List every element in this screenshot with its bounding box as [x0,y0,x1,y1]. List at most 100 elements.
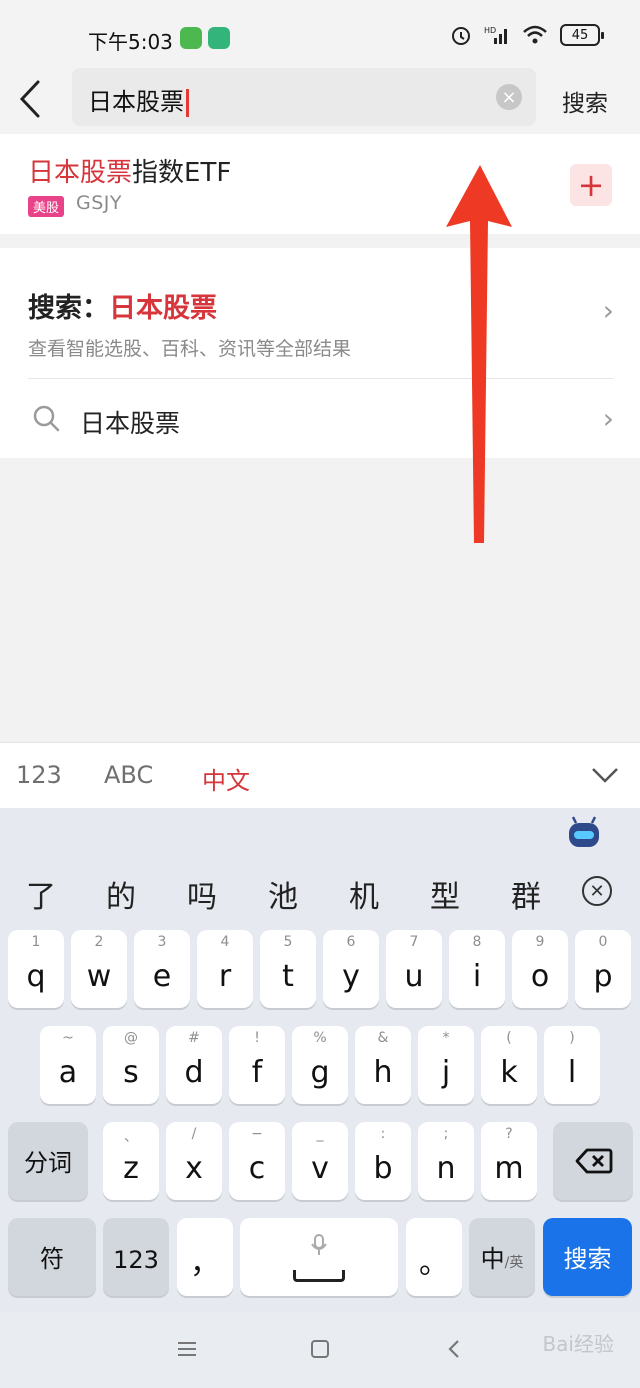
tab-numbers[interactable]: 123 [16,761,62,789]
candidate-word[interactable]: 池 [268,872,298,916]
tab-english[interactable]: ABC [104,761,153,789]
key-q[interactable]: 1q [8,930,64,1008]
key-m[interactable]: ? m [481,1122,537,1200]
key-i[interactable]: 8i [449,930,505,1008]
key-label: i [472,959,482,994]
key-p[interactable]: 0p [575,930,631,1008]
back-button[interactable] [14,78,48,120]
key-h[interactable]: & h [355,1026,411,1104]
close-candidates-icon[interactable]: ✕ [582,876,612,906]
symbols-key[interactable]: 符 [8,1218,96,1296]
key-label: j [441,1055,451,1090]
key-sub: : [380,1126,386,1142]
key-k[interactable]: (k [481,1026,537,1104]
candidate-bar: 了 的 吗 池 机 型 群 ✕ [0,864,640,924]
divider [28,378,613,379]
language-switch-key[interactable]: 中/英 [469,1218,535,1296]
candidate-word[interactable]: 吗 [187,872,217,916]
key-label: w [86,959,112,994]
key-label: u [404,959,424,994]
lang-main-label: 中 [480,1245,505,1273]
search-all-section: 搜索：日本股票 查看智能选股、百科、资讯等全部结果 › 日本股票 › [0,248,640,458]
key-x[interactable]: / x [166,1122,222,1200]
candidate-word[interactable]: 群 [511,872,541,916]
candidate-word[interactable]: 的 [106,872,136,916]
search-all-prefix: 搜索： [28,293,109,324]
menu-icon[interactable] [176,1338,198,1360]
key-d[interactable]: # d [166,1026,222,1104]
tab-chinese[interactable]: 中文 [202,761,250,796]
key-sub: 7 [409,934,419,950]
key-n[interactable]: ; n [418,1122,474,1200]
key-sub: ~ [62,1030,74,1046]
key-r[interactable]: 4r [197,930,253,1008]
key-c[interactable]: − c [229,1122,285,1200]
chevron-down-icon[interactable] [590,763,620,787]
back-nav-icon[interactable] [444,1338,466,1360]
key-a[interactable]: ~ a [40,1026,96,1104]
key-t[interactable]: 5t [260,930,316,1008]
key-w[interactable]: 2w [71,930,127,1008]
key-label: n [436,1151,456,1186]
search-input[interactable]: 日本股票 × [72,68,536,126]
chevron-right-icon: › [602,294,614,327]
key-label: g [310,1055,330,1090]
key-label: d [184,1055,204,1090]
segment-button[interactable]: 分词 [8,1122,88,1200]
key-label: 中/英 [469,1239,535,1274]
key-sub: % [313,1030,327,1046]
clear-input-icon[interactable]: × [496,84,522,110]
key-sub: 6 [346,934,356,950]
key-label: c [248,1151,266,1186]
candidate-word[interactable]: 了 [26,872,56,916]
key-label: o [530,959,550,994]
assistant-robot-icon[interactable] [566,814,602,850]
key-g[interactable]: % g [292,1026,348,1104]
key-z[interactable]: 、 z [103,1122,159,1200]
key-label: x [185,1151,203,1186]
key-label: v [311,1151,329,1186]
key-sub: # [188,1030,200,1046]
search-button[interactable]: 搜索 [562,84,608,118]
security-shield-icon [208,27,230,49]
key-sub: ; [443,1126,449,1142]
numbers-key[interactable]: 123 [103,1218,169,1296]
key-sub: * [442,1030,450,1046]
key-j[interactable]: * j [418,1026,474,1104]
key-b[interactable]: :b [355,1122,411,1200]
key-y[interactable]: 6y [323,930,379,1008]
key-sub: ! [254,1030,260,1046]
space-key[interactable] [240,1218,398,1296]
key-e[interactable]: 3e [134,930,190,1008]
keyboard-mode-bar: 123 ABC 中文 [0,742,640,808]
search-query-text[interactable]: 日本股票 [88,82,189,117]
key-label: s [123,1055,139,1090]
enter-search-key[interactable]: 搜索 [543,1218,632,1296]
backspace-key[interactable] [553,1122,633,1200]
key-label: y [342,959,360,994]
signal-icon: HD [484,26,507,44]
home-icon[interactable] [309,1338,331,1360]
network-label: HD [484,26,496,35]
period-key[interactable]: 。 [406,1218,462,1296]
key-o[interactable]: 9o [512,930,568,1008]
comma-key[interactable]: ， [177,1218,233,1296]
key-v[interactable]: _ v [292,1122,348,1200]
key-sub: 0 [598,934,608,950]
system-nav-bar: Bai经验 [0,1312,640,1388]
key-s[interactable]: @ s [103,1026,159,1104]
key-l[interactable]: ) l [544,1026,600,1104]
status-time: 下午5:03 [88,30,173,54]
candidate-word[interactable]: 机 [349,872,379,916]
add-watchlist-button[interactable]: + [570,164,612,206]
candidate-word[interactable]: 型 [430,872,460,916]
stock-result-item[interactable]: 日本股票指数ETF 美股 GSJY + [0,134,640,234]
key-label: 。 [419,1246,449,1281]
result-title-highlight: 日本股票 [28,158,133,188]
key-sub: 8 [472,934,482,950]
key-f[interactable]: ! f [229,1026,285,1104]
key-sub: _ [316,1126,324,1142]
key-sub: 9 [535,934,545,950]
search-icon [33,405,60,432]
key-u[interactable]: 7u [386,930,442,1008]
